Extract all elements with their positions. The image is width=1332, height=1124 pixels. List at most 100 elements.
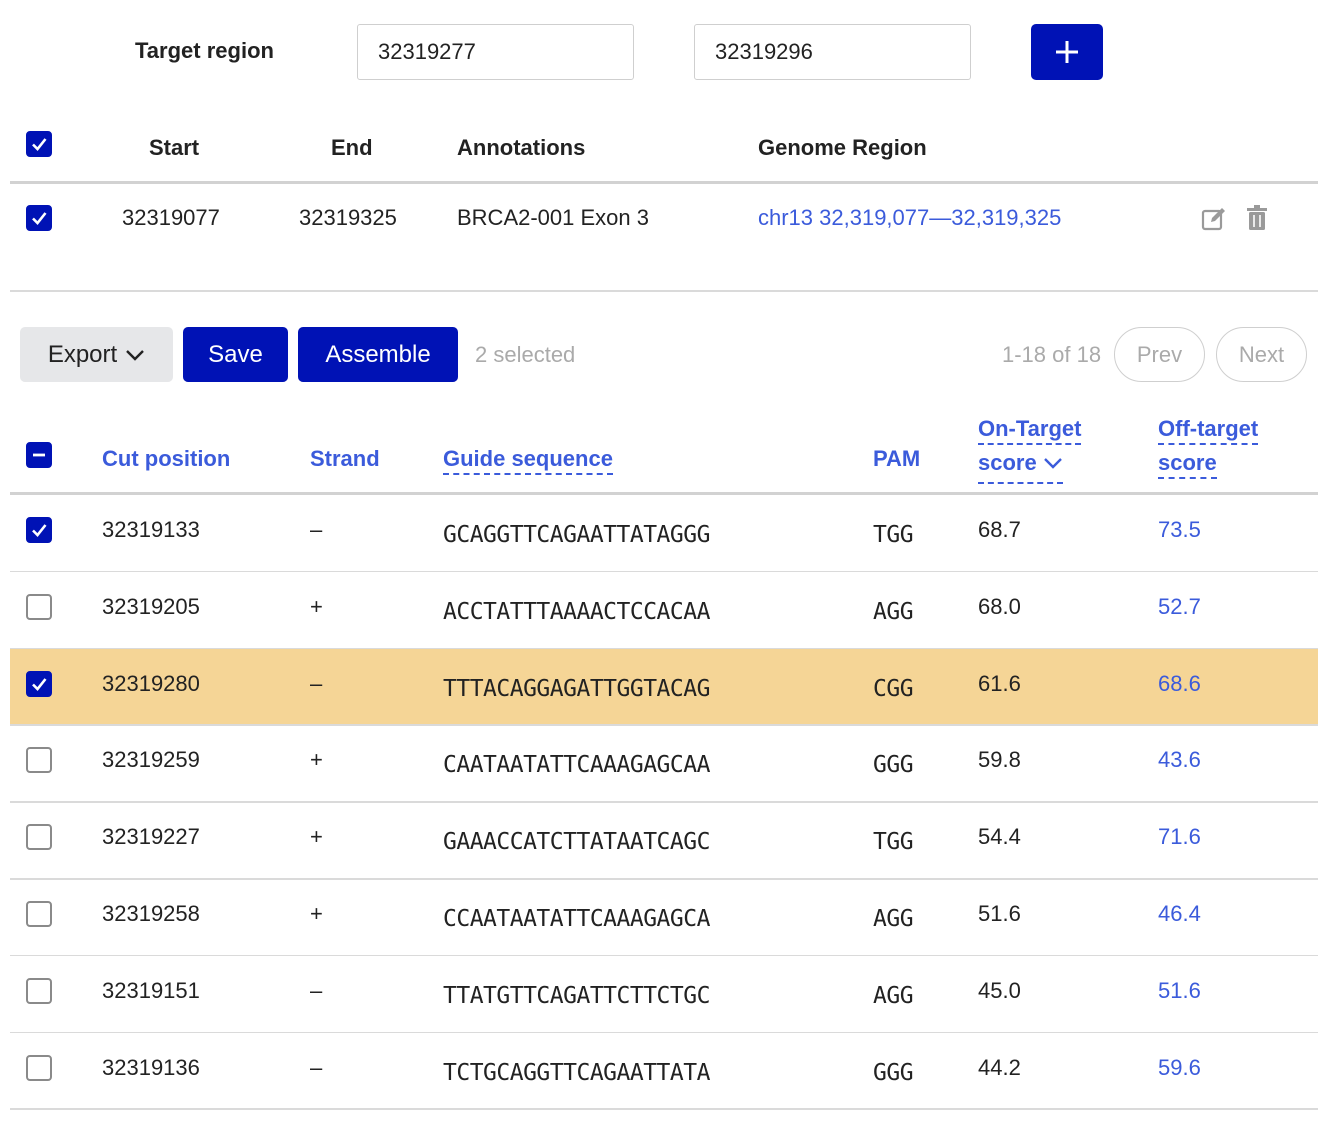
strand: – <box>310 1054 323 1080</box>
strand: – <box>310 517 323 542</box>
target-start-input[interactable] <box>357 24 634 80</box>
cut-position: 32319136 <box>102 1054 200 1080</box>
cut-position: 32319258 <box>102 901 200 926</box>
off-target-score[interactable]: 43.6 <box>1158 747 1201 773</box>
on-target-score: 61.6 <box>978 670 1021 696</box>
row-checkbox[interactable] <box>26 977 52 1004</box>
row-checkbox[interactable] <box>26 593 52 620</box>
pagination-range: 1-18 of 18 <box>1002 342 1102 367</box>
strand: – <box>310 977 323 1003</box>
edit-icon[interactable] <box>1201 206 1227 232</box>
guide-sequence: CAATAATATTCAAAGAGCAA <box>443 752 710 779</box>
header-off-target-line1: Off-target <box>1158 416 1259 445</box>
table-row[interactable]: 32319258 + CCAATAATATTCAAAGAGCA AGG 51.6 46.4 <box>10 879 1318 955</box>
pam: GGG <box>873 1059 914 1086</box>
row-checkbox[interactable] <box>26 824 52 851</box>
cut-position: 32319151 <box>102 977 200 1003</box>
trash-icon[interactable] <box>1246 205 1268 231</box>
table-row[interactable]: 32319151 – TTATGTTCAGATTCTTCTGC AGG 45.0 51.6 <box>10 956 1318 1032</box>
off-target-score[interactable]: 52.7 <box>1158 594 1201 620</box>
prev-page-button[interactable]: Prev <box>1114 327 1205 382</box>
table-row[interactable]: 32319259 + CAATAATATTCAAAGAGCAA GGG 59.8 43.6 <box>10 725 1318 801</box>
checkmark-icon <box>32 524 47 537</box>
pam: AGG <box>873 982 914 1009</box>
header-genome-region: Genome Region <box>758 135 927 160</box>
on-target-score: 68.7 <box>978 517 1021 542</box>
guide-sequence: ACCTATTTAAAACTCCACAA <box>443 598 710 625</box>
strand: + <box>310 824 323 850</box>
add-region-button[interactable] <box>1031 24 1103 80</box>
off-target-score[interactable]: 68.6 <box>1158 671 1201 697</box>
off-target-score[interactable]: 73.5 <box>1158 517 1201 543</box>
cut-position: 32319259 <box>102 747 200 773</box>
region-row-checkbox[interactable] <box>26 205 52 231</box>
save-button[interactable]: Save <box>183 327 288 382</box>
cut-position: 32319133 <box>102 517 200 542</box>
strand: + <box>310 901 323 926</box>
strand: – <box>310 670 323 696</box>
pam: TGG <box>873 829 914 856</box>
on-target-score: 44.2 <box>978 1054 1021 1080</box>
row-checkbox[interactable] <box>26 1054 52 1081</box>
guide-sequence: TCTGCAGGTTCAGAATTATA <box>443 1059 710 1086</box>
select-all-regions-checkbox[interactable] <box>26 131 52 157</box>
header-off-target-line2: score <box>1158 450 1217 479</box>
row-checkbox[interactable] <box>26 670 52 697</box>
on-target-score: 68.0 <box>978 593 1021 619</box>
header-off-target-score[interactable]: Off-target score <box>1158 412 1259 480</box>
strand: + <box>310 747 323 773</box>
header-on-target-score[interactable]: On-Target score <box>978 412 1082 484</box>
target-end-input[interactable] <box>694 24 971 80</box>
on-target-score: 59.8 <box>978 747 1021 773</box>
next-page-button[interactable]: Next <box>1216 327 1307 382</box>
table-row[interactable]: 32319133 – GCAGGTTCAGAATTATAGGG TGG 68.7 73.5 <box>10 495 1318 571</box>
row-checkbox[interactable] <box>26 517 52 543</box>
target-region-label: Target region <box>135 38 274 63</box>
table-row[interactable]: 32319205 + ACCTATTTAAAACTCCACAA AGG 68.0 52.7 <box>10 572 1318 648</box>
header-end: End <box>331 135 373 160</box>
cut-position: 32319205 <box>102 593 200 619</box>
sort-descending-icon <box>1043 458 1062 469</box>
checkmark-icon <box>32 677 47 691</box>
select-all-guides-checkbox[interactable] <box>26 442 52 468</box>
table-row[interactable]: 32319227 + GAAACCATCTTATAATCAGC TGG 54.4 71.6 <box>10 802 1318 878</box>
cut-position: 32319227 <box>102 824 200 850</box>
row-divider <box>10 1108 1318 1110</box>
export-label: Export <box>47 340 118 368</box>
guide-sequence: TTATGTTCAGATTCTTCTGC <box>443 982 710 1009</box>
checkmark-icon <box>32 138 47 151</box>
divider <box>10 290 1318 292</box>
off-target-score[interactable]: 59.6 <box>1158 1055 1201 1081</box>
chevron-down-icon <box>126 349 145 361</box>
header-cut-position[interactable]: Cut position <box>102 446 230 472</box>
table-row[interactable]: 32319136 – TCTGCAGGTTCAGAATTATA GGG 44.2 59.6 <box>10 1033 1318 1109</box>
row-checkbox[interactable] <box>26 747 52 774</box>
region-start: 32319077 <box>122 205 220 230</box>
off-target-score[interactable]: 46.4 <box>1158 901 1201 927</box>
genome-region-link[interactable]: chr13 32,319,077—32,319,325 <box>758 205 1061 231</box>
header-on-target-line1: On-Target <box>978 416 1082 445</box>
plus-icon <box>1056 41 1078 63</box>
guide-sequence: GAAACCATCTTATAATCAGC <box>443 829 710 856</box>
export-dropdown[interactable]: Export <box>20 327 173 382</box>
strand: + <box>310 593 323 619</box>
cut-position: 32319280 <box>102 670 200 696</box>
off-target-score[interactable]: 71.6 <box>1158 824 1201 850</box>
header-strand[interactable]: Strand <box>310 446 380 472</box>
table-row[interactable]: 32319280 – TTTACAGGAGATTGGTACAG CGG 61.6 68.6 <box>10 648 1318 725</box>
pam: TGG <box>873 522 914 548</box>
guide-sequence: GCAGGTTCAGAATTATAGGG <box>443 522 710 548</box>
on-target-score: 51.6 <box>978 901 1021 926</box>
minus-icon <box>33 453 45 457</box>
pam: AGG <box>873 598 914 625</box>
assemble-button[interactable]: Assemble <box>298 327 458 382</box>
guide-sequence: CCAATAATATTCAAAGAGCA <box>443 906 710 932</box>
header-pam[interactable]: PAM <box>873 446 920 472</box>
row-checkbox[interactable] <box>26 901 52 927</box>
header-on-target-line2: score <box>978 450 1037 475</box>
header-guide-sequence[interactable]: Guide sequence <box>443 446 613 475</box>
pam: GGG <box>873 752 914 779</box>
off-target-score[interactable]: 51.6 <box>1158 978 1201 1004</box>
checkmark-icon <box>32 212 47 225</box>
guide-sequence: TTTACAGGAGATTGGTACAG <box>443 675 710 702</box>
